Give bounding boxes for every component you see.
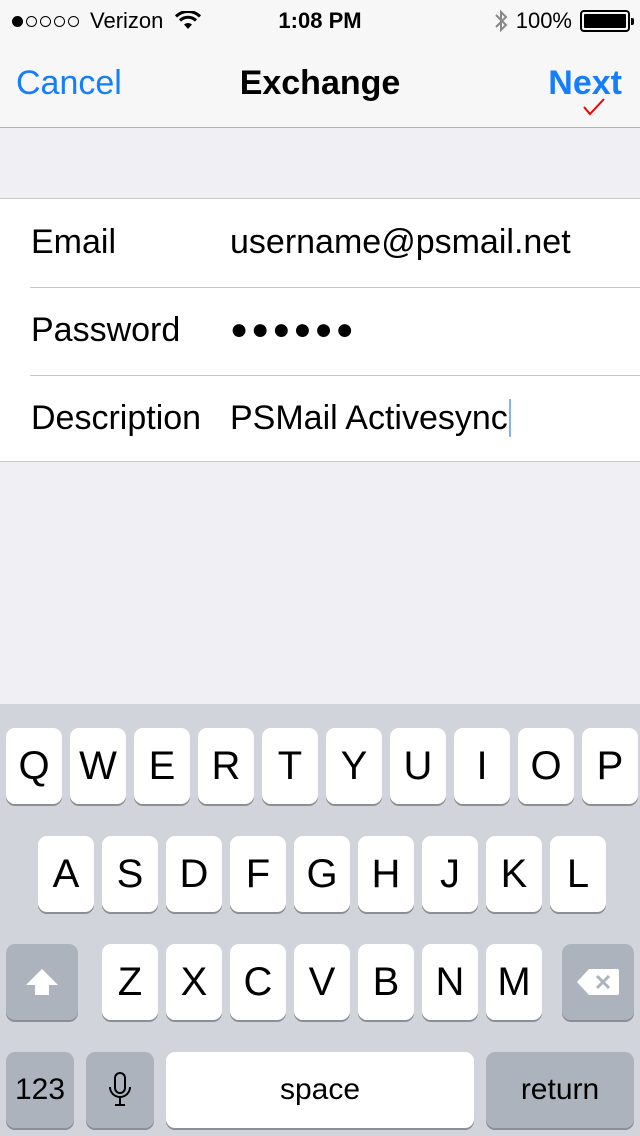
password-field[interactable]: ●●●●●● [230, 313, 357, 347]
dictation-key[interactable] [86, 1052, 154, 1128]
key-c[interactable]: C [230, 944, 286, 1020]
key-n[interactable]: N [422, 944, 478, 1020]
email-row: Email username@psmail.net [0, 199, 640, 287]
key-u[interactable]: U [390, 728, 446, 804]
key-j[interactable]: J [422, 836, 478, 912]
key-w[interactable]: W [70, 728, 126, 804]
key-t[interactable]: T [262, 728, 318, 804]
numbers-key[interactable]: 123 [6, 1052, 74, 1128]
email-label: Email [31, 223, 117, 261]
description-field[interactable]: PSMail Activesync [230, 399, 511, 438]
key-p[interactable]: P [582, 728, 638, 804]
keyboard: Q W E R T Y U I O P A S D F G H J K L Z … [0, 704, 640, 1136]
space-key[interactable]: space [166, 1052, 474, 1128]
status-bar: Verizon 1:08 PM 100% [0, 0, 640, 40]
key-z[interactable]: Z [102, 944, 158, 1020]
microphone-icon [109, 1072, 131, 1106]
return-key[interactable]: return [486, 1052, 634, 1128]
key-m[interactable]: M [486, 944, 542, 1020]
key-d[interactable]: D [166, 836, 222, 912]
key-i[interactable]: I [454, 728, 510, 804]
key-x[interactable]: X [166, 944, 222, 1020]
description-text: PSMail Activesync [230, 399, 508, 437]
key-g[interactable]: G [294, 836, 350, 912]
key-h[interactable]: H [358, 836, 414, 912]
description-row: Description PSMail Activesync [0, 375, 640, 463]
key-y[interactable]: Y [326, 728, 382, 804]
shift-key[interactable] [6, 944, 78, 1020]
navigation-bar: Cancel Exchange Next [0, 40, 640, 128]
key-a[interactable]: A [38, 836, 94, 912]
battery-level [584, 14, 626, 28]
screen: Verizon 1:08 PM 100% Cancel Exchange Nex… [0, 0, 640, 1136]
key-s[interactable]: S [102, 836, 158, 912]
battery-icon [580, 10, 634, 32]
cancel-button[interactable]: Cancel [16, 64, 122, 103]
bluetooth-icon [495, 9, 508, 33]
key-r[interactable]: R [198, 728, 254, 804]
key-v[interactable]: V [294, 944, 350, 1020]
key-o[interactable]: O [518, 728, 574, 804]
key-f[interactable]: F [230, 836, 286, 912]
key-k[interactable]: K [486, 836, 542, 912]
password-label: Password [31, 311, 181, 349]
key-l[interactable]: L [550, 836, 606, 912]
email-field[interactable]: username@psmail.net [230, 223, 571, 262]
key-b[interactable]: B [358, 944, 414, 1020]
checkmark-icon [583, 98, 605, 116]
backspace-icon [577, 969, 619, 995]
account-form: Email username@psmail.net Password ●●●●●… [0, 198, 640, 462]
key-q[interactable]: Q [6, 728, 62, 804]
shift-arrow-icon [26, 969, 58, 995]
description-label: Description [31, 399, 202, 437]
password-row: Password ●●●●●● [0, 287, 640, 375]
status-right: 100% [494, 8, 634, 34]
battery-percent: 100% [515, 8, 572, 33]
text-cursor [508, 399, 511, 437]
key-e[interactable]: E [134, 728, 190, 804]
delete-key[interactable] [562, 944, 634, 1020]
